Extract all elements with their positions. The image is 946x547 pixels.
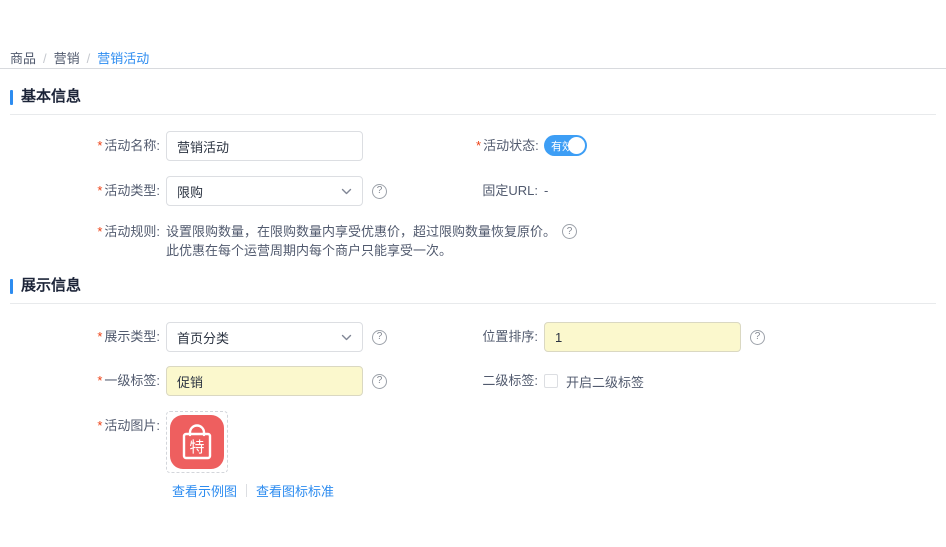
primary-tag-help-icon[interactable]: ?	[372, 373, 387, 389]
activity-rule-line2: 此优惠在每个运营周期内每个商户只能享受一次。	[166, 243, 453, 258]
activity-image-links: 查看示例图 查看图标标准	[172, 481, 946, 500]
row-activity-name-status: *活动名称: *活动状态: 有效	[0, 131, 946, 161]
activity-type-help-icon[interactable]: ?	[372, 183, 387, 199]
field-primary-tag: *一级标签: ?	[0, 366, 946, 396]
required-mark: *	[97, 329, 103, 344]
field-activity-type: * 活动类型: 限购 ?	[0, 176, 946, 206]
activity-status-label: * 活动状态:	[476, 138, 539, 153]
promo-bag-icon: 特	[170, 415, 224, 469]
view-example-link[interactable]: 查看示例图	[172, 481, 237, 500]
section-accent-bar	[10, 89, 13, 105]
primary-tag-label: * 一级标签:	[97, 373, 160, 388]
secondary-tag-checkbox[interactable]	[544, 374, 558, 388]
secondary-tag-checkbox-label: 开启二级标签	[566, 374, 645, 390]
required-mark: *	[97, 224, 103, 239]
chevron-down-icon	[341, 188, 352, 194]
breadcrumb-separator: /	[86, 51, 91, 66]
view-icon-standard-link[interactable]: 查看图标标准	[256, 481, 334, 500]
field-fixed-url: 固定URL: -	[476, 176, 548, 206]
activity-name-input[interactable]	[166, 131, 363, 161]
position-sort-input[interactable]	[544, 322, 741, 352]
secondary-tag-checkbox-wrap[interactable]: 开启二级标签	[544, 366, 644, 396]
field-activity-rule: * 活动规则: 设置限购数量，在限购数量内享受优惠价，超过限购数量恢复原价。 ? …	[0, 222, 946, 260]
primary-tag-input[interactable]	[166, 366, 363, 396]
activity-type-label: * 活动类型:	[97, 183, 160, 198]
display-type-selected-value: 首页分类	[177, 330, 230, 346]
activity-image-upload[interactable]: 特	[166, 411, 228, 473]
field-position-sort: 位置排序: ?	[476, 322, 765, 352]
display-type-select[interactable]: 首页分类	[166, 322, 363, 352]
required-mark: *	[97, 138, 103, 153]
row-activity-rule: * 活动规则: 设置限购数量，在限购数量内享受优惠价，超过限购数量恢复原价。 ? …	[0, 222, 946, 260]
marketing-activity-page: 商品 / 营销 / 营销活动 基本信息 *活动名称: *活动状态: 有效 *活动类型:	[0, 0, 946, 547]
breadcrumb-item-marketing[interactable]: 营销	[54, 51, 80, 66]
display-type-help-icon[interactable]: ?	[372, 329, 387, 345]
svg-text:特: 特	[189, 439, 204, 456]
fixed-url-label: 固定URL:	[482, 183, 538, 198]
section-title: 基本信息	[21, 88, 82, 105]
section-title: 展示信息	[21, 277, 82, 294]
breadcrumb: 商品 / 营销 / 营销活动	[0, 0, 946, 68]
row-display-type-sort: *展示类型: 首页分类 ? 位置排序: ?	[0, 322, 946, 352]
activity-rule-line1: 设置限购数量，在限购数量内享受优惠价，超过限购数量恢复原价。	[166, 224, 557, 239]
fixed-url-value: -	[544, 183, 549, 198]
chevron-down-icon	[341, 334, 352, 340]
row-tags: *一级标签: ? 二级标签: 开启二级标签	[0, 366, 946, 396]
activity-rule-label: * 活动规则:	[97, 224, 160, 239]
position-sort-help-icon[interactable]: ?	[750, 329, 765, 345]
breadcrumb-item-current[interactable]: 营销活动	[97, 51, 149, 66]
activity-type-selected-value: 限购	[177, 184, 204, 200]
activity-status-toggle[interactable]: 有效	[544, 135, 587, 156]
activity-rule-help-icon[interactable]: ?	[562, 224, 578, 239]
required-mark: *	[97, 418, 103, 433]
position-sort-label: 位置排序:	[482, 329, 538, 344]
row-activity-type-url: * 活动类型: 限购 ? 固定URL: -	[0, 176, 946, 206]
link-divider	[246, 484, 248, 497]
section-accent-bar	[10, 278, 13, 294]
section-header-basic-info: 基本信息	[10, 89, 936, 115]
activity-image-label: * 活动图片:	[97, 418, 160, 433]
field-display-type: * 展示类型: 首页分类 ?	[0, 322, 946, 352]
section-header-display-info: 展示信息	[10, 278, 936, 304]
field-activity-name: * 活动名称:	[0, 131, 946, 161]
field-secondary-tag: 二级标签: 开启二级标签	[476, 366, 644, 396]
activity-type-select[interactable]: 限购	[166, 176, 363, 206]
display-type-label: * 展示类型:	[97, 329, 160, 344]
required-mark: *	[97, 183, 103, 198]
activity-name-label: * 活动名称:	[97, 138, 160, 153]
breadcrumb-item-goods[interactable]: 商品	[10, 51, 36, 66]
row-activity-image: * 活动图片: 特	[0, 411, 946, 473]
field-activity-image: * 活动图片: 特	[0, 411, 946, 473]
secondary-tag-label: 二级标签:	[482, 373, 538, 388]
header-divider	[0, 68, 946, 69]
activity-rule-text: 设置限购数量，在限购数量内享受优惠价，超过限购数量恢复原价。 ? 此优惠在每个运…	[166, 222, 578, 260]
required-mark: *	[97, 373, 103, 388]
breadcrumb-separator: /	[43, 51, 47, 66]
toggle-knob-icon	[568, 137, 585, 154]
required-mark: *	[476, 138, 482, 153]
field-activity-status: * 活动状态: 有效	[476, 131, 587, 161]
